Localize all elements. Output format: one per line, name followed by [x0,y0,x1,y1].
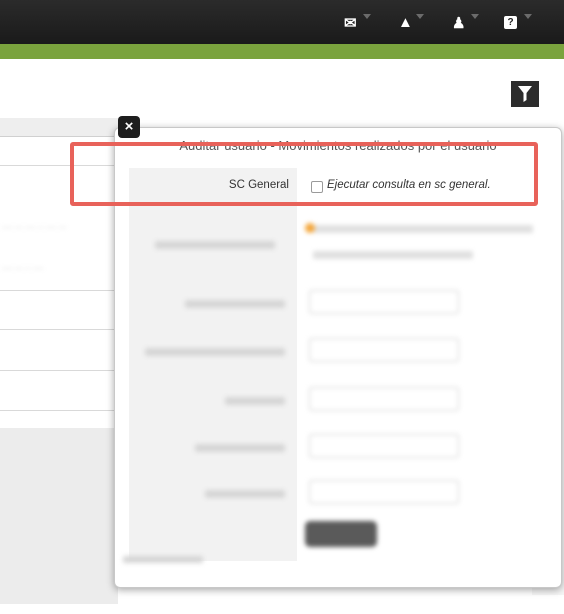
divider [0,165,118,166]
background-panel [0,428,118,604]
submit-button[interactable] [305,521,377,547]
accent-bar [0,44,564,59]
chevron-down-icon [524,14,532,19]
bell-icon[interactable]: ♟ [452,14,465,32]
warning-icon[interactable]: ▲ [398,14,413,31]
close-button[interactable]: × [118,116,140,138]
modal-title: Auditar usuario - Movimientos realizados… [179,138,497,153]
top-navbar: ✉ ▲ ♟ ? [0,0,564,44]
form-label-column [129,168,297,561]
sc-general-label: SC General [228,179,289,191]
envelope-icon[interactable]: ✉ [344,14,357,32]
sc-general-checkbox[interactable] [311,181,323,193]
sc-general-checkbox-label[interactable]: Ejecutar consulta en sc general. [327,179,491,191]
divider [0,370,118,371]
divider [0,329,118,330]
chevron-down-icon [471,14,479,19]
help-icon[interactable]: ? [504,16,517,29]
audit-user-modal: Auditar usuario - Movimientos realizados… [114,127,562,588]
chevron-down-icon [416,14,424,19]
background-text: ···· ··· ·· ···· [2,264,44,273]
filter-icon[interactable] [511,81,539,107]
chevron-down-icon [363,14,371,19]
background-table-header [0,118,118,137]
background-text: ···· ··· ···· ·· ···· ··· [2,223,67,232]
divider [0,410,118,411]
divider [0,290,118,291]
